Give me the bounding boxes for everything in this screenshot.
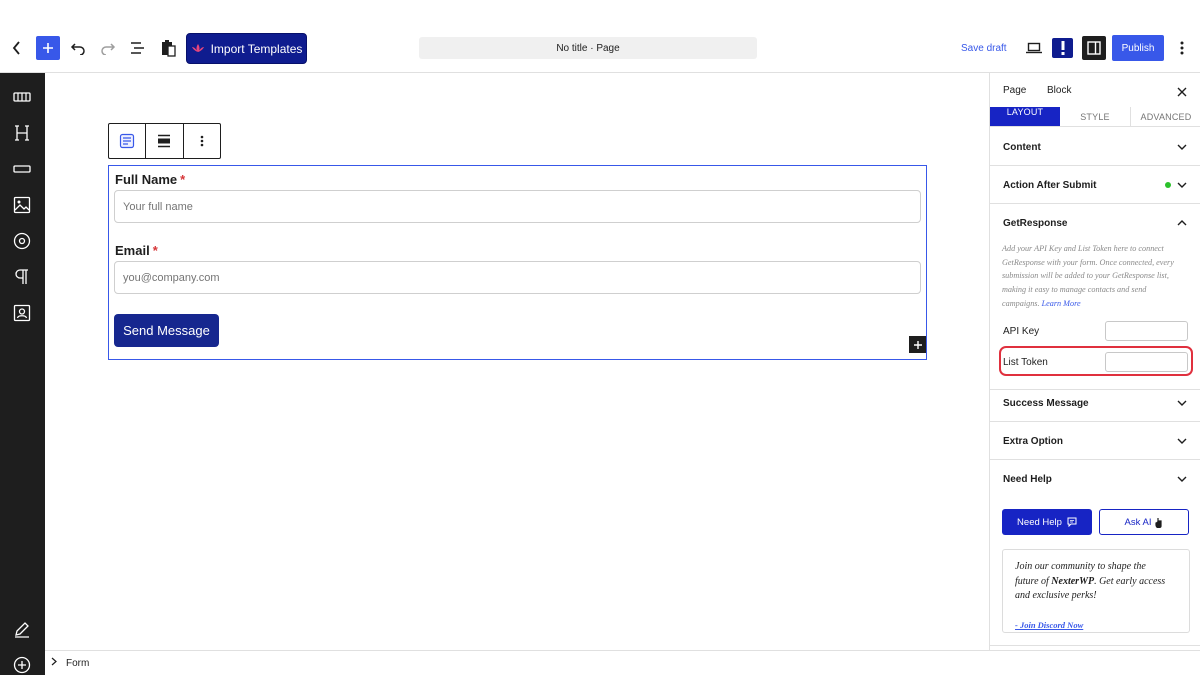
settings-sidebar-toggle-icon[interactable] [1082, 36, 1106, 60]
full-name-input[interactable] [114, 190, 921, 223]
inline-add-block-icon[interactable] [909, 336, 926, 353]
section-action-title: Action After Submit [1003, 180, 1097, 191]
community-line: future of [1015, 575, 1052, 587]
publish-button[interactable]: Publish [1112, 35, 1164, 61]
chevron-down-icon [1177, 182, 1187, 188]
block-toolbar [108, 123, 221, 159]
align-icon[interactable] [146, 124, 184, 158]
section-content-title: Content [1003, 142, 1041, 153]
pointer-hand-icon [1155, 517, 1163, 528]
list-token-input[interactable] [1105, 352, 1188, 372]
paragraph-icon[interactable] [10, 265, 34, 289]
columns-icon[interactable] [10, 85, 34, 109]
full-name-label-text: Full Name [115, 172, 178, 187]
section-success-message[interactable]: Success Message [990, 384, 1200, 422]
settings-panel: Page Block LAYOUT STYLE ADVANCED Content… [989, 73, 1200, 650]
required-mark: * [152, 243, 158, 258]
desc-line: submission will be added to your GetResp… [1002, 271, 1169, 281]
chevron-down-icon [1177, 144, 1187, 150]
getresponse-description: Add your API Key and List Token here to … [1002, 242, 1190, 311]
document-overview-icon[interactable] [126, 36, 150, 60]
section-extra-option[interactable]: Extra Option [990, 422, 1200, 460]
chat-bubble-icon [1067, 517, 1077, 527]
required-mark: * [180, 172, 186, 187]
contact-card-icon[interactable] [10, 301, 34, 325]
need-help-button[interactable]: Need Help [1002, 509, 1092, 535]
breadcrumb-bar: Form [45, 650, 1200, 675]
need-help-label: Need Help [1017, 516, 1062, 528]
chevron-down-icon [1177, 438, 1187, 444]
top-toolbar: Import Templates No title · Page Save dr… [0, 0, 1200, 73]
breadcrumb-form[interactable]: Form [66, 658, 89, 669]
redo-icon[interactable] [96, 36, 120, 60]
desc-line: Add your API Key and List Token here to … [1002, 244, 1164, 253]
import-templates-label: Import Templates [210, 41, 303, 56]
section-need-help-title[interactable]: Need Help [1003, 474, 1052, 485]
more-options-icon[interactable] [1170, 36, 1194, 60]
panel-subtabs: LAYOUT STYLE ADVANCED [990, 107, 1200, 127]
send-message-button[interactable]: Send Message [114, 314, 219, 347]
community-line: . Get early access [1094, 575, 1166, 587]
preview-device-icon[interactable] [1022, 36, 1046, 60]
brand-name: NexterWP [1051, 575, 1095, 587]
ask-ai-button[interactable]: Ask AI [1099, 509, 1189, 535]
ask-ai-label: Ask AI [1124, 516, 1152, 528]
api-key-label: API Key [1003, 326, 1040, 337]
desc-line: making it easy to manage contacts and se… [1002, 285, 1147, 295]
email-input[interactable] [114, 261, 921, 294]
community-card: Join our community to shape the future o… [1002, 549, 1190, 633]
tab-advanced[interactable]: ADVANCED [1131, 107, 1200, 126]
image-icon[interactable] [10, 193, 34, 217]
heading-icon[interactable] [10, 121, 34, 145]
left-block-sidebar [0, 73, 45, 675]
edit-pencil-icon[interactable] [10, 617, 34, 641]
join-discord-link[interactable]: - Join Discord Now [1015, 618, 1083, 633]
section-action-after-submit[interactable]: Action After Submit [990, 166, 1200, 204]
list-token-label: List Token [1003, 357, 1048, 368]
email-label: Email * [115, 243, 158, 258]
chevron-up-icon[interactable] [1177, 218, 1187, 228]
clipboard-icon[interactable] [156, 36, 180, 60]
back-icon[interactable] [5, 36, 29, 60]
full-name-label: Full Name * [115, 172, 185, 187]
button-block-icon[interactable] [10, 157, 34, 181]
add-circle-icon[interactable] [10, 653, 34, 677]
block-options-icon[interactable] [184, 124, 220, 158]
tab-layout[interactable]: LAYOUT [990, 107, 1060, 126]
api-key-input[interactable] [1105, 321, 1188, 341]
save-draft-button[interactable]: Save draft [961, 43, 1007, 54]
learn-more-link[interactable]: Learn More [1042, 299, 1081, 308]
active-status-dot [1165, 182, 1171, 188]
section-success-title: Success Message [1003, 398, 1089, 409]
section-content[interactable]: Content [990, 128, 1200, 166]
desc-line: GetResponse with your form. Once connect… [1002, 257, 1174, 267]
community-line: Join our community to shape the [1015, 561, 1146, 572]
community-line: and exclusive perks! [1015, 590, 1097, 601]
email-label-text: Email [115, 243, 150, 258]
chevron-down-icon[interactable] [1177, 474, 1187, 484]
lotus-icon [191, 42, 205, 56]
tab-block[interactable]: Block [1047, 85, 1071, 96]
desc-line: campaigns. [1002, 298, 1040, 308]
alert-icon[interactable] [1052, 38, 1073, 58]
tab-page[interactable]: Page [1003, 85, 1026, 96]
breadcrumb-chevron-icon [51, 657, 57, 669]
form-block-type-icon[interactable] [109, 124, 147, 158]
tab-style[interactable]: STYLE [1060, 107, 1131, 126]
section-extra-title: Extra Option [1003, 436, 1064, 447]
target-icon[interactable] [10, 229, 34, 253]
document-title[interactable]: No title · Page [419, 37, 757, 59]
import-templates-button[interactable]: Import Templates [186, 33, 307, 64]
undo-icon[interactable] [66, 36, 90, 60]
form-block[interactable]: Full Name* Email* Send Message [108, 165, 927, 360]
add-block-button[interactable] [36, 36, 60, 60]
chevron-down-icon [1177, 400, 1187, 406]
close-icon[interactable] [1177, 84, 1187, 102]
editor-canvas [45, 73, 989, 650]
section-getresponse-title[interactable]: GetResponse [1003, 218, 1067, 229]
